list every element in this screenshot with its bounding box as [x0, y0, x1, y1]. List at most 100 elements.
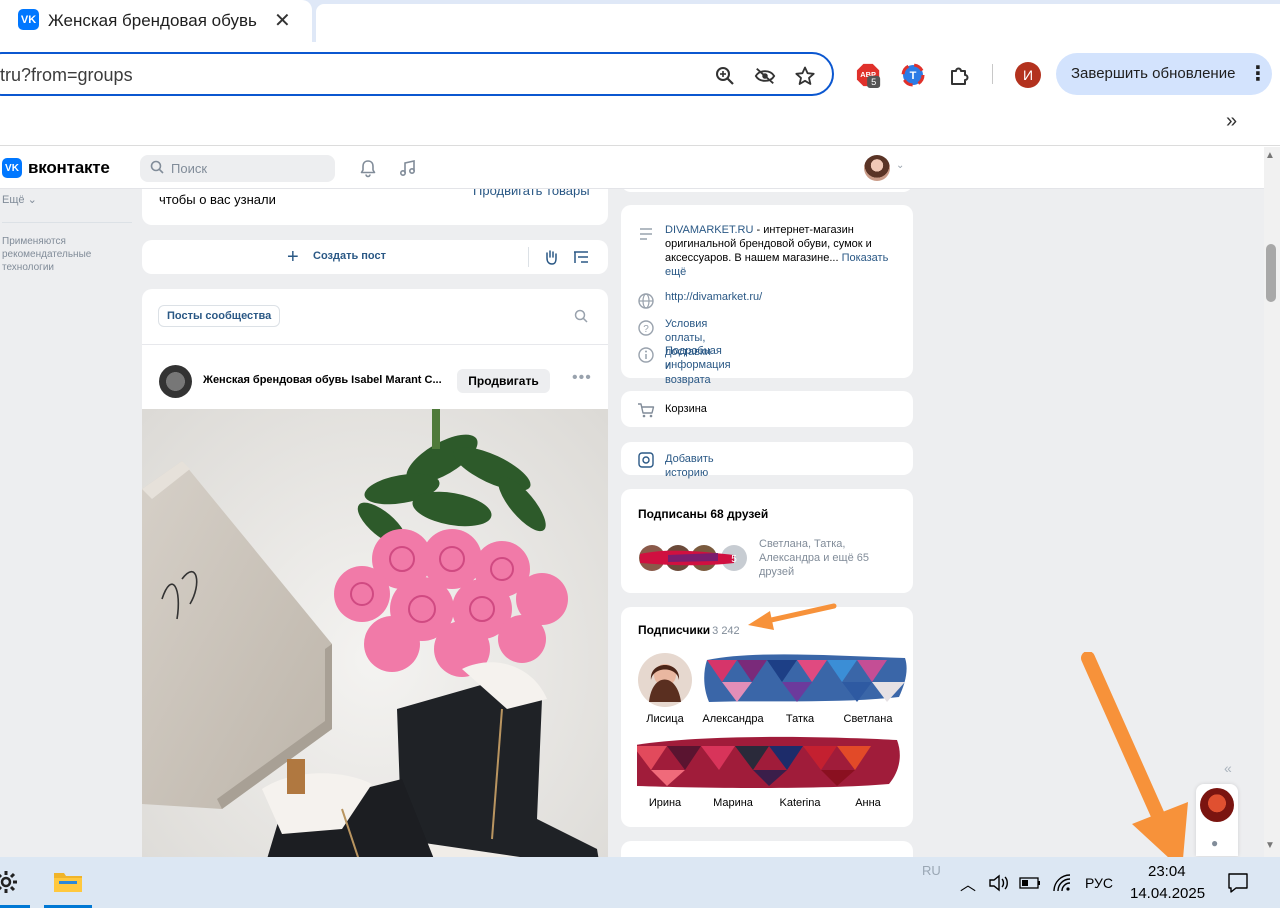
music-note-icon[interactable] — [398, 158, 418, 178]
recommendation-note[interactable]: Применяются рекомендательные технологии — [2, 235, 122, 274]
profile-avatar[interactable]: И — [1015, 62, 1041, 88]
svg-text:5: 5 — [871, 77, 876, 87]
tab-close-icon[interactable]: ✕ — [274, 8, 291, 33]
hand-wave-icon[interactable] — [542, 248, 560, 266]
chat-sidebar: ● — [1196, 784, 1238, 856]
annotation-arrow-clock — [1081, 652, 1188, 870]
finish-update-label: Завершить обновление — [1071, 65, 1236, 82]
file-explorer-icon[interactable] — [53, 869, 83, 893]
address-url[interactable]: tru?from=groups — [0, 65, 133, 86]
browser-toolbar: tru?from=groups ABP 5 T И Завершить обнов… — [0, 42, 1280, 106]
browser-menu-icon[interactable]: ⋮ — [1248, 61, 1268, 86]
chat-bubble-icon[interactable]: ● — [1211, 836, 1218, 850]
post-photo[interactable] — [142, 409, 608, 857]
friends-card: Подписаны 68 друзей 5 Светлана, Татка, А… — [621, 489, 913, 593]
user-avatar[interactable] — [864, 155, 890, 181]
description-lines-icon — [640, 228, 652, 240]
adblock-extension-icon[interactable]: ABP 5 — [856, 62, 882, 88]
subscriber-name[interactable]: Лисица — [630, 713, 700, 725]
bookmark-star-icon[interactable] — [794, 65, 816, 87]
subscriber-name[interactable]: Марина — [698, 797, 768, 809]
vk-brand[interactable]: вконтакте — [28, 158, 110, 178]
collapse-chats-icon[interactable]: « — [1224, 760, 1232, 776]
community-avatar[interactable] — [159, 365, 192, 398]
scroll-down-arrow-icon[interactable]: ▼ — [1265, 840, 1275, 851]
address-bar[interactable]: tru?from=groups — [0, 52, 834, 96]
chat-avatar[interactable] — [1200, 788, 1234, 822]
add-story-link[interactable]: Добавить историю — [665, 452, 714, 480]
posts-search-icon[interactable] — [574, 309, 588, 323]
clock-time[interactable]: 23:04 — [1148, 863, 1186, 880]
nav-more-link[interactable]: Ещё ⌄ — [2, 193, 37, 206]
post-more-icon[interactable]: ••• — [572, 369, 592, 387]
globe-icon — [638, 293, 654, 309]
subscriber-name[interactable]: Анна — [833, 797, 903, 809]
zoom-icon[interactable] — [714, 65, 736, 87]
community-description: DIVAMARKET.RU - интернет-магазин оригина… — [665, 224, 889, 278]
page-scrollbar-thumb[interactable] — [1266, 244, 1276, 302]
divider — [528, 247, 529, 267]
battery-icon[interactable] — [1019, 877, 1041, 889]
volume-icon[interactable] — [988, 874, 1010, 892]
vk-favicon-icon: VK — [18, 9, 39, 30]
tab-title: Женская брендовая обувь Isabel Marant Ch… — [48, 11, 260, 30]
annotation-arrow-subscribers — [748, 603, 837, 630]
scroll-up-arrow-icon[interactable]: ▲ — [1265, 150, 1275, 161]
translate-extension-icon[interactable]: T — [900, 62, 926, 88]
tray-overflow-chevron-icon[interactable]: ︿ — [960, 871, 976, 895]
search-icon — [150, 160, 164, 174]
website-link[interactable]: http://divamarket.ru/ — [665, 290, 762, 304]
subscriber-name[interactable]: Татка — [765, 713, 835, 725]
friends-title[interactable]: Подписаны 68 друзей — [638, 507, 768, 521]
create-post-card: + Создать пост — [142, 240, 608, 274]
card-divider — [142, 344, 608, 345]
clock-date[interactable]: 14.04.2025 — [1130, 885, 1205, 902]
community-info-card: DIVAMARKET.RU - интернет-магазин оригина… — [621, 205, 913, 386]
subscribers-avatars[interactable] — [637, 652, 907, 812]
subscriber-name[interactable]: Александра — [698, 713, 768, 725]
search-placeholder: Поиск — [171, 161, 208, 176]
subscribers-card: Подписчики 3 242 Лисица Александра Татка… — [621, 607, 913, 827]
active-tab[interactable]: VK Женская брендовая обувь Isabel Marant… — [0, 0, 312, 42]
settings-gear-icon[interactable] — [0, 869, 18, 895]
cart-card[interactable]: Корзина — [621, 391, 913, 427]
subscriber-name[interactable]: Ирина — [630, 797, 700, 809]
vk-search-input[interactable]: Поиск — [140, 155, 335, 182]
extensions-puzzle-icon[interactable] — [947, 62, 973, 88]
vk-logo-icon[interactable]: VK — [2, 158, 22, 178]
bookmarks-overflow-icon[interactable]: » — [1226, 110, 1237, 133]
tracking-hidden-icon[interactable] — [754, 65, 776, 87]
wifi-icon[interactable] — [1052, 873, 1072, 893]
add-story-card[interactable]: Добавить историю — [621, 442, 913, 479]
cart-label: Корзина — [665, 403, 707, 415]
divamarket-link[interactable]: DIVAMARKET.RU — [665, 224, 753, 236]
notification-center-icon[interactable] — [1227, 872, 1249, 894]
subscribers-title[interactable]: Подписчики 3 242 — [638, 623, 740, 637]
friends-avatars[interactable]: 5 — [638, 543, 750, 573]
info-circle-icon — [638, 347, 654, 363]
svg-text:?: ? — [643, 324, 649, 335]
promote-post-button[interactable]: Продвигать — [457, 369, 550, 393]
plus-icon[interactable]: + — [287, 246, 299, 269]
subscriber-name[interactable]: Светлана — [833, 713, 903, 725]
post-author-name[interactable]: Женская брендовая обувь Isabel Marant C.… — [203, 374, 451, 386]
create-post-button[interactable]: Создать пост — [313, 250, 386, 262]
svg-text:T: T — [910, 70, 917, 82]
details-link[interactable]: Подробная информация — [665, 344, 731, 372]
subscriber-name[interactable]: Katerina — [765, 797, 835, 809]
nav-divider — [2, 222, 132, 223]
chevron-down-icon[interactable]: ⌄ — [896, 160, 904, 171]
tab-strip: VK Женская брендовая обувь Isabel Marant… — [0, 0, 1280, 42]
notifications-bell-icon[interactable] — [358, 158, 378, 178]
toolbar-divider — [992, 64, 993, 84]
input-language[interactable]: РУС — [1085, 875, 1113, 891]
friends-names[interactable]: Светлана, Татка, Александра и ещё 65 дру… — [759, 537, 889, 579]
promo-text: чтобы о вас узнали — [159, 192, 276, 207]
sort-filter-icon[interactable] — [572, 249, 590, 265]
community-posts-card: Посты сообщества Женская брендовая обувь… — [142, 289, 608, 857]
lang-indicator-small: RU — [922, 863, 941, 878]
finish-update-button[interactable]: Завершить обновление ⋮ — [1056, 53, 1272, 95]
posts-tab-chip[interactable]: Посты сообщества — [158, 305, 281, 327]
next-card — [621, 841, 913, 857]
vk-header: VK вконтакте Поиск ⌄ — [0, 147, 1264, 189]
